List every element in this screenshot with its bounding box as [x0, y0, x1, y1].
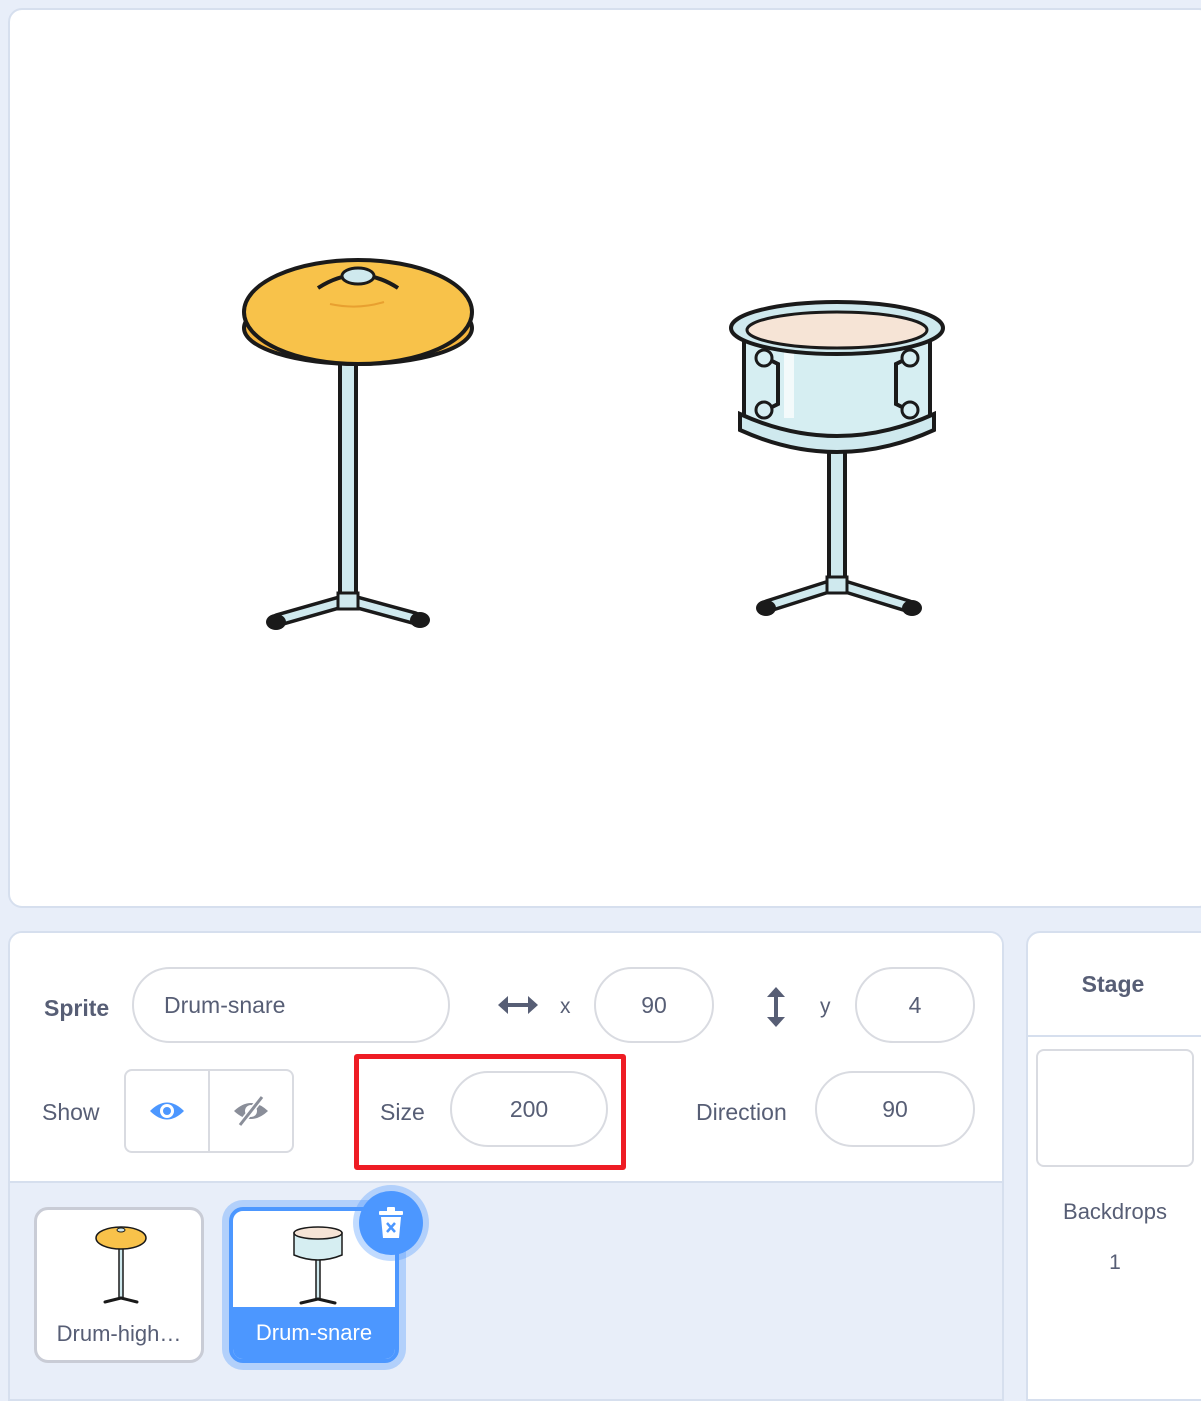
sprite-properties: Sprite Drum-snare x 90 y 4 Show Size 200…: [10, 933, 1002, 1183]
size-highlight-box: [354, 1054, 626, 1170]
x-arrows-icon: [498, 996, 538, 1014]
cymbal-thumb-icon: [95, 1226, 147, 1304]
eye-icon: [150, 1102, 184, 1120]
show-label: Show: [42, 1099, 100, 1125]
direction-value: 90: [882, 1095, 908, 1122]
show-hidden-button[interactable]: [208, 1071, 292, 1151]
trash-icon: [379, 1207, 403, 1238]
show-visible-button[interactable]: [126, 1071, 208, 1151]
backdrops-count: 1: [1109, 1251, 1121, 1274]
stage-thumbnail[interactable]: [1036, 1049, 1194, 1167]
y-position-value: 4: [908, 991, 922, 1018]
show-toggle-group: [124, 1069, 294, 1153]
eye-hidden-icon: [234, 1095, 268, 1127]
x-position-input[interactable]: 90: [594, 967, 714, 1043]
delete-sprite-button[interactable]: [359, 1191, 423, 1255]
sprite-thumb-label: Drum-high…: [56, 1321, 182, 1346]
y-position-input[interactable]: 4: [855, 967, 975, 1043]
snare-thumb-icon: [293, 1226, 343, 1305]
sprite-thumb-drum-highhat[interactable]: Drum-high…: [34, 1207, 204, 1363]
sprite-thumb-label-selected: Drum-snare: [233, 1307, 395, 1359]
y-label: y: [820, 995, 831, 1018]
stage-header: Stage: [1028, 933, 1201, 1037]
sprite-label: Sprite: [44, 995, 110, 1021]
sprite-name-value: Drum-snare: [164, 991, 286, 1018]
x-label: x: [560, 995, 571, 1018]
stage-selector-panel[interactable]: Stage Backdrops 1: [1026, 931, 1201, 1401]
sprite-info-panel: Sprite Drum-snare x 90 y 4 Show Size 200…: [8, 931, 1004, 1401]
sprite-name-field[interactable]: Drum-snare: [132, 967, 450, 1043]
cymbal-stand-icon[interactable]: [234, 248, 484, 648]
y-arrows-icon: [767, 987, 785, 1027]
direction-label: Direction: [696, 1099, 787, 1125]
snare-drum-icon[interactable]: [722, 288, 952, 628]
x-position-value: 90: [641, 991, 667, 1018]
direction-input[interactable]: 90: [815, 1071, 975, 1147]
backdrops-label: Backdrops: [1063, 1199, 1167, 1224]
stage-canvas[interactable]: [8, 8, 1201, 908]
